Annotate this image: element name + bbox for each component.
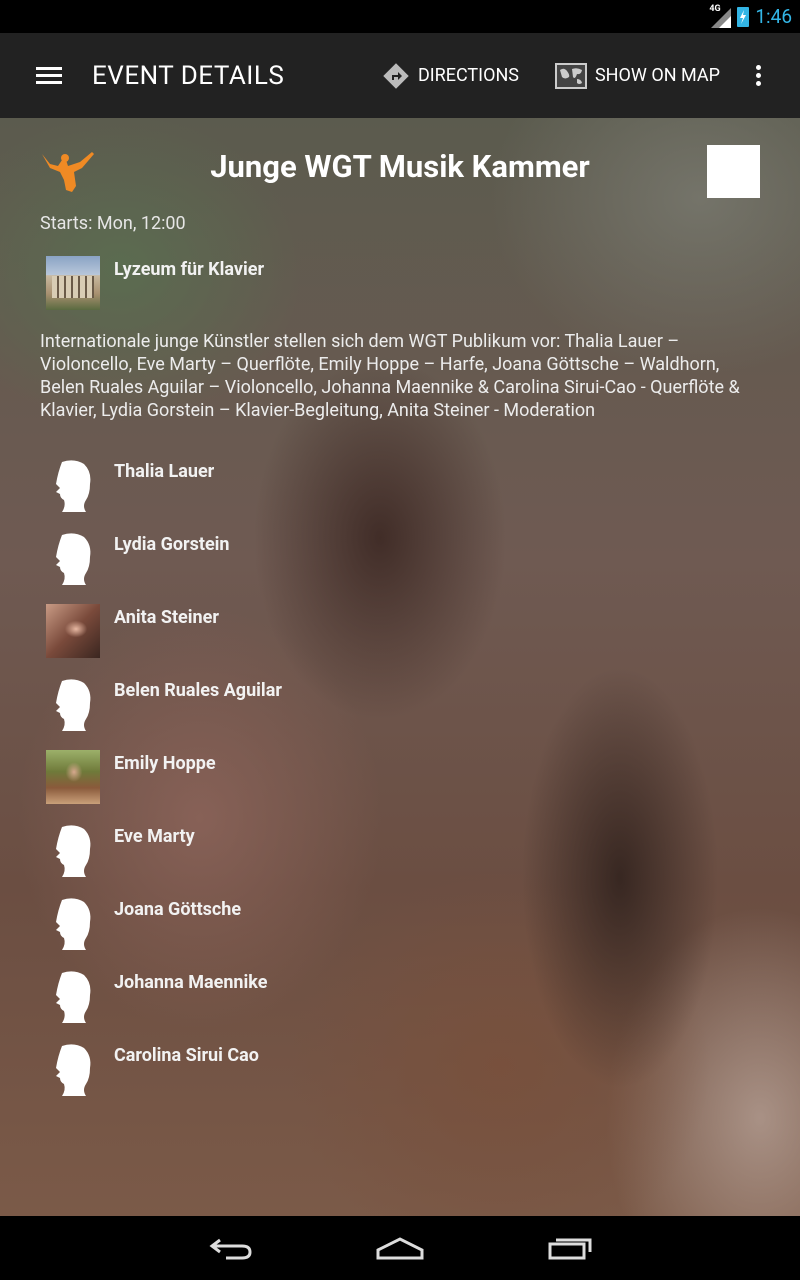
directions-button[interactable]: DIRECTIONS — [382, 62, 519, 90]
silhouette-icon — [46, 531, 100, 585]
artist-photo — [46, 604, 100, 658]
silhouette-icon — [46, 969, 100, 1023]
overflow-menu-icon[interactable] — [756, 64, 762, 87]
action-bar-actions: DIRECTIONS SHOW ON MAP — [382, 33, 800, 118]
artist-item-lydia-gorstein[interactable]: Lydia Gorstein — [46, 531, 746, 604]
directions-label: DIRECTIONS — [417, 65, 519, 86]
artist-name: Carolina Sirui Cao — [114, 1045, 259, 1066]
battery-icon — [737, 6, 750, 27]
artist-item-carolina-sirui-cao[interactable]: Carolina Sirui Cao — [46, 1042, 746, 1115]
status-bar: 4G 1:46 — [0, 0, 800, 33]
artist-name: Thalia Lauer — [114, 461, 215, 482]
network-type: 4G — [709, 3, 721, 14]
artist-item-eve-marty[interactable]: Eve Marty — [46, 823, 746, 896]
status-clock: 1:46 — [755, 5, 792, 28]
event-header: Junge WGT Musik Kammer — [0, 118, 800, 218]
venue-link[interactable]: Lyzeum für Klavier — [46, 256, 264, 310]
show-on-map-button[interactable]: SHOW ON MAP — [554, 62, 720, 90]
artist-item-anita-steiner[interactable]: Anita Steiner — [46, 604, 746, 677]
show-on-map-label: SHOW ON MAP — [594, 65, 720, 86]
event-details-content[interactable]: Junge WGT Musik Kammer Starts: Mon, 12:0… — [0, 118, 800, 1216]
artist-item-thalia-lauer[interactable]: Thalia Lauer — [46, 458, 746, 531]
venue-thumbnail — [46, 256, 100, 310]
signal-icon: 4G — [709, 3, 732, 28]
home-icon[interactable] — [374, 1236, 426, 1260]
directions-icon — [383, 62, 409, 89]
artist-name: Eve Marty — [114, 826, 195, 847]
artist-name: Belen Ruales Aguilar — [114, 680, 282, 701]
silhouette-icon — [46, 823, 100, 877]
silhouette-icon — [46, 677, 100, 731]
event-start-time: Starts: Mon, 12:00 — [40, 213, 186, 234]
page-title: EVENT DETAILS — [92, 60, 285, 91]
back-icon[interactable] — [206, 1236, 254, 1260]
artist-item-belen-ruales-aguilar[interactable]: Belen Ruales Aguilar — [46, 677, 746, 750]
action-bar: EVENT DETAILS DIRECTIONS SHOW ON MAP — [0, 33, 800, 118]
silhouette-icon — [46, 896, 100, 950]
menu-icon[interactable] — [36, 66, 62, 85]
recent-apps-icon[interactable] — [546, 1236, 594, 1260]
artist-list: Thalia Lauer Lydia Gorstein Anita Steine… — [46, 458, 746, 1115]
navigation-bar — [0, 1216, 800, 1280]
artist-item-joana-goettsche[interactable]: Joana Göttsche — [46, 896, 746, 969]
artist-item-johanna-maennike[interactable]: Johanna Maennike — [46, 969, 746, 1042]
artist-name: Joana Göttsche — [114, 899, 242, 920]
event-title: Junge WGT Musik Kammer — [210, 148, 590, 185]
silhouette-icon — [46, 458, 100, 512]
venue-name: Lyzeum für Klavier — [114, 259, 265, 280]
artist-name: Lydia Gorstein — [114, 534, 230, 555]
artist-name: Johanna Maennike — [114, 972, 268, 993]
artist-item-emily-hoppe[interactable]: Emily Hoppe — [46, 750, 746, 823]
artist-name: Emily Hoppe — [114, 753, 216, 774]
favorite-checkbox[interactable] — [707, 145, 760, 198]
map-icon — [554, 62, 587, 89]
silhouette-icon — [46, 1042, 100, 1096]
artist-photo — [46, 750, 100, 804]
event-description: Internationale junge Künstler stellen si… — [40, 331, 740, 421]
artist-name: Anita Steiner — [114, 607, 219, 628]
